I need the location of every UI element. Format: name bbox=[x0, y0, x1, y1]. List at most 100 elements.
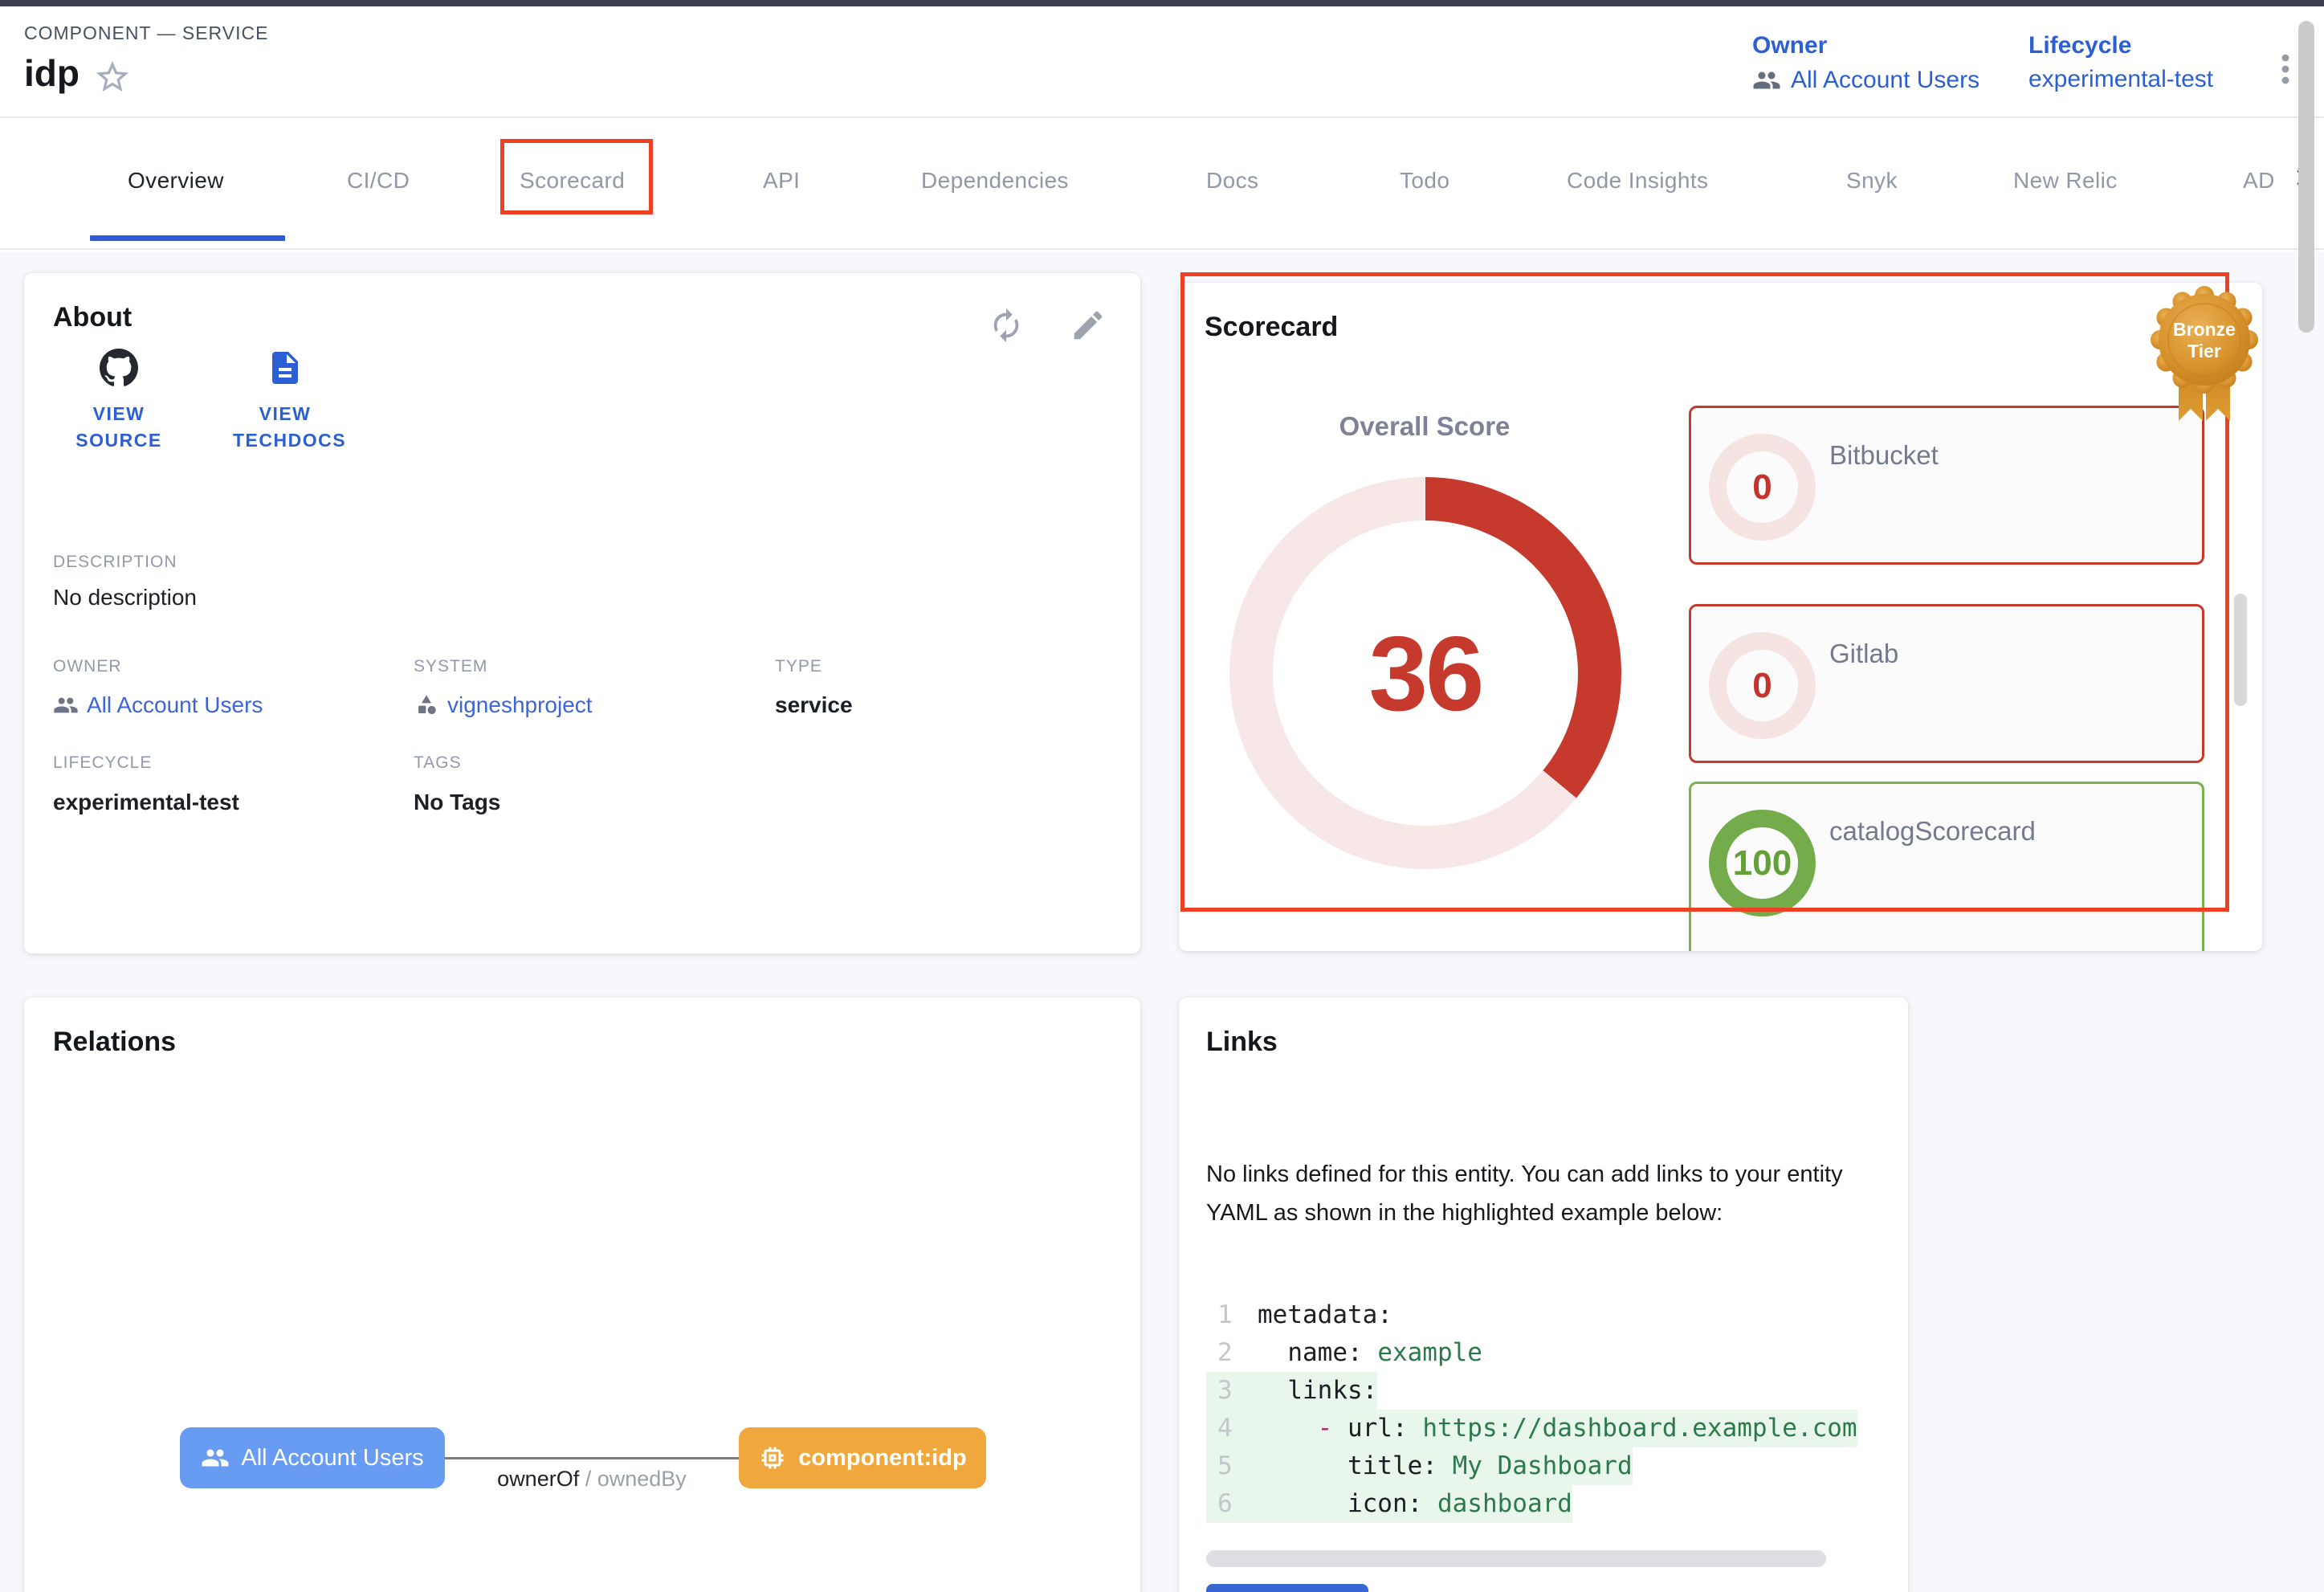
score-ring: 0 bbox=[1709, 434, 1816, 541]
code-indent bbox=[1258, 1334, 1287, 1372]
people-icon bbox=[53, 692, 79, 718]
tags-field-value: No Tags bbox=[414, 790, 500, 815]
relations-card-title: Relations bbox=[53, 1027, 176, 1058]
lifecycle-value: experimental-test bbox=[2028, 66, 2213, 93]
line-number: 6 bbox=[1206, 1485, 1258, 1523]
view-source-label: VIEW SOURCE bbox=[67, 401, 171, 454]
relation-inverse: ownedBy bbox=[597, 1467, 687, 1491]
code-horizontal-scrollbar[interactable] bbox=[1206, 1550, 1826, 1567]
code-value: https://dashboard.example.com bbox=[1422, 1410, 1857, 1447]
scorecard-item-name: Bitbucket bbox=[1829, 440, 1939, 471]
relation-source-label: All Account Users bbox=[241, 1445, 423, 1472]
owner-field-link[interactable]: All Account Users bbox=[53, 692, 263, 718]
relation-target-label: component:idp bbox=[798, 1445, 966, 1472]
code-key: metadata: bbox=[1258, 1296, 1392, 1334]
tab-overview[interactable]: Overview bbox=[128, 168, 224, 194]
scorecard-item-catalogscorecard[interactable]: 100 catalogScorecard bbox=[1689, 782, 2204, 951]
tab-dependencies[interactable]: Dependencies bbox=[921, 168, 1069, 194]
code-value: dashboard bbox=[1437, 1485, 1572, 1523]
code-indent bbox=[1258, 1485, 1348, 1523]
tab-cicd[interactable]: CI/CD bbox=[347, 168, 410, 194]
tab-new-relic[interactable]: New Relic bbox=[2013, 168, 2118, 194]
about-card: About VIEW SOURCE VIEW TECHDOCS DESCRIPT… bbox=[24, 273, 1140, 953]
system-field-link[interactable]: vigneshproject bbox=[414, 692, 593, 718]
relation-edge-label: ownerOf / ownedBy bbox=[445, 1467, 739, 1492]
yaml-code-block: 1metadata: 2 name: example 3 links: 4 - … bbox=[1206, 1296, 1882, 1523]
system-field-value: vigneshproject bbox=[447, 692, 593, 718]
line-number: 3 bbox=[1206, 1372, 1258, 1410]
relation-node-component[interactable]: component:idp bbox=[739, 1427, 986, 1488]
lifecycle-field-label: LIFECYCLE bbox=[53, 753, 152, 773]
code-key: links: bbox=[1287, 1372, 1377, 1410]
scorecard-item-name: Gitlab bbox=[1829, 639, 1898, 669]
tab-bar: Overview CI/CD Scorecard API Dependencie… bbox=[0, 120, 2324, 250]
relation-node-owner[interactable]: All Account Users bbox=[180, 1427, 445, 1488]
overall-score-donut: 36 bbox=[1229, 477, 1621, 869]
tab-docs[interactable]: Docs bbox=[1206, 168, 1258, 194]
active-tab-indicator bbox=[90, 235, 285, 241]
badge-line2: Tier bbox=[2187, 341, 2221, 361]
system-field-label: SYSTEM bbox=[414, 657, 487, 676]
code-indent bbox=[1258, 1410, 1318, 1447]
description-label: DESCRIPTION bbox=[53, 553, 177, 572]
owner-link[interactable]: All Account Users bbox=[1752, 66, 1979, 95]
edit-pencil-icon[interactable] bbox=[1070, 307, 1107, 344]
line-number: 1 bbox=[1206, 1296, 1258, 1334]
refresh-icon[interactable] bbox=[988, 307, 1025, 344]
techdocs-document-icon bbox=[266, 349, 304, 387]
scorecard-item-gitlab[interactable]: 0 Gitlab bbox=[1689, 604, 2204, 763]
view-techdocs-label: VIEW TECHDOCS bbox=[233, 401, 337, 454]
tab-scorecard[interactable]: Scorecard bbox=[520, 168, 625, 194]
scorecard-list-scrollbar[interactable] bbox=[2234, 594, 2247, 706]
about-card-title: About bbox=[53, 302, 132, 333]
code-indent bbox=[1258, 1372, 1287, 1410]
tab-truncated[interactable]: AD bbox=[2243, 168, 2281, 194]
people-icon bbox=[201, 1443, 230, 1472]
lifecycle-field-value: experimental-test bbox=[53, 790, 239, 815]
relation-edge-line bbox=[445, 1457, 739, 1459]
header-owner-group: Owner All Account Users bbox=[1752, 32, 1979, 95]
chip-icon bbox=[758, 1443, 787, 1472]
view-source-button[interactable]: VIEW SOURCE bbox=[45, 349, 193, 454]
code-key: name: bbox=[1287, 1334, 1377, 1372]
code-value: example bbox=[1377, 1334, 1482, 1372]
code-line-highlighted: 3 links: bbox=[1206, 1372, 1882, 1410]
relation-separator: / bbox=[579, 1467, 597, 1491]
code-value: My Dashboard bbox=[1453, 1447, 1633, 1485]
links-card: Links No links defined for this entity. … bbox=[1179, 998, 1908, 1592]
tab-code-insights[interactable]: Code Insights bbox=[1567, 168, 1708, 194]
code-key: title: bbox=[1348, 1447, 1453, 1485]
code-indent bbox=[1258, 1447, 1348, 1485]
type-field-label: TYPE bbox=[775, 657, 822, 676]
header-lifecycle-group: Lifecycle experimental-test bbox=[2028, 32, 2213, 93]
score-value: 0 bbox=[1752, 666, 1772, 706]
page-scrollbar[interactable] bbox=[2298, 21, 2314, 333]
scorecard-card-title: Scorecard bbox=[1205, 312, 1338, 343]
donut-hole: 36 bbox=[1273, 520, 1578, 826]
code-key: url: bbox=[1348, 1410, 1422, 1447]
overall-score-label: Overall Score bbox=[1264, 411, 1585, 442]
tab-todo[interactable]: Todo bbox=[1400, 168, 1449, 194]
scorecard-item-name: catalogScorecard bbox=[1829, 816, 2036, 847]
view-techdocs-button[interactable]: VIEW TECHDOCS bbox=[193, 349, 377, 454]
lifecycle-label: Lifecycle bbox=[2028, 32, 2213, 59]
tags-field-label: TAGS bbox=[414, 753, 462, 773]
favorite-star-icon[interactable] bbox=[93, 58, 132, 96]
line-number: 4 bbox=[1206, 1410, 1258, 1447]
scorecard-item-bitbucket[interactable]: 0 Bitbucket bbox=[1689, 406, 2204, 565]
tab-snyk[interactable]: Snyk bbox=[1846, 168, 1898, 194]
score-ring: 0 bbox=[1709, 632, 1816, 739]
score-value: 100 bbox=[1733, 843, 1792, 884]
code-key: icon: bbox=[1348, 1485, 1437, 1523]
system-kind-icon bbox=[414, 692, 439, 718]
owner-field-label: OWNER bbox=[53, 657, 122, 676]
score-value: 0 bbox=[1752, 467, 1772, 508]
tab-api[interactable]: API bbox=[763, 168, 800, 194]
code-dash: - bbox=[1318, 1410, 1348, 1447]
top-accent-bar bbox=[0, 0, 2324, 6]
code-line-highlighted: 4 - url: https://dashboard.example.com bbox=[1206, 1410, 1882, 1447]
code-line-highlighted: 6 icon: dashboard bbox=[1206, 1485, 1882, 1523]
code-line-highlighted: 5 title: My Dashboard bbox=[1206, 1447, 1882, 1485]
description-value: No description bbox=[53, 585, 197, 610]
clipped-action-button[interactable] bbox=[1206, 1584, 1368, 1592]
